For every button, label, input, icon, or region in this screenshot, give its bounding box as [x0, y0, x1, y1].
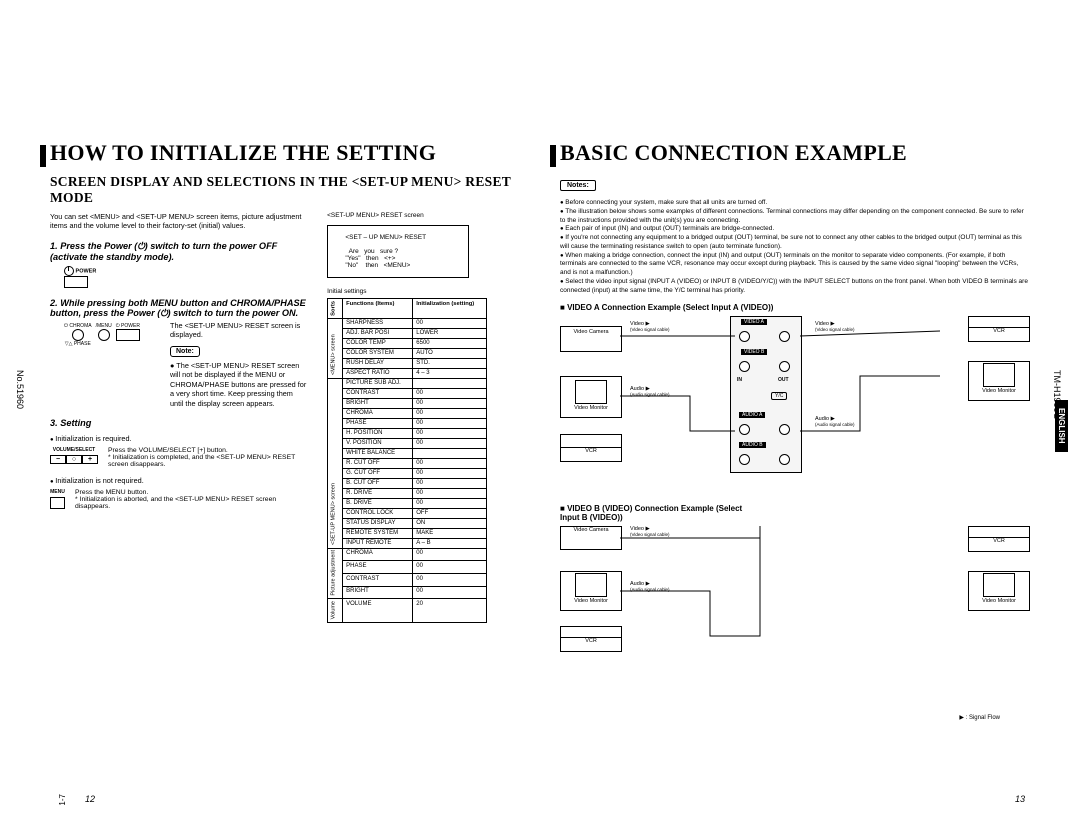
note-item: Each pair of input (IN) and output (OUT)…: [560, 225, 1030, 234]
conn-title-a: VIDEO A Connection Example (Select Input…: [560, 303, 1030, 312]
signal-flow-legend: ▶ : Signal Flow: [560, 714, 1030, 721]
note-item: If you're not connecting any equipment t…: [560, 234, 1030, 252]
note-item: The illustration below shows some exampl…: [560, 208, 1030, 226]
right-page: BASIC CONNECTION EXAMPLE Notes: Before c…: [560, 40, 1030, 804]
power-icon: [64, 266, 74, 276]
volume-select-graphic: VOLUME/SELECT −○+: [50, 447, 98, 464]
note-item: Before connecting your system, make sure…: [560, 199, 1030, 208]
reset-shown-text: The <SET-UP MENU> RESET screen is displa…: [170, 321, 307, 340]
step-1: 1. Press the Power (⏻) switch to turn th…: [50, 241, 307, 262]
notes-tag: Notes:: [560, 180, 596, 191]
left-title: HOW TO INITIALIZE THE SETTING: [50, 140, 520, 166]
init-required: Initialization is required.: [50, 434, 307, 443]
init-required-text: Press the VOLUME/SELECT [+] button. * In…: [108, 447, 307, 468]
notes-list: Before connecting your system, make sure…: [560, 199, 1030, 295]
power-label: POWER: [64, 266, 307, 276]
monitor-rear-panel: VIDEO A VIDEO B IN OUT Y/C AUDIO A AUDIO…: [730, 316, 802, 473]
doc-number: No.51960: [15, 370, 25, 409]
step-3: 3. Setting: [50, 418, 307, 428]
init-not-required: Initialization is not required.: [50, 476, 307, 485]
diagram-b: Video Camera Video Monitor VCR VCR Video…: [560, 526, 1030, 706]
reset-screen-box: <SET – UP MENU> RESET Are you sure ? "Ye…: [327, 225, 469, 278]
left-page: HOW TO INITIALIZE THE SETTING SCREEN DIS…: [50, 40, 520, 804]
language-tab: ENGLISH: [1055, 400, 1068, 452]
menu-button-graphic: MENU: [50, 489, 65, 509]
diagram-a: Video Camera Video Monitor VCR VIDEO A V…: [560, 316, 1030, 496]
intro-text: You can set <MENU> and <SET-UP MENU> scr…: [50, 212, 307, 231]
initial-settings-table: SortsFunctions (Items)Initialization (se…: [327, 298, 487, 623]
right-title: BASIC CONNECTION EXAMPLE: [560, 140, 1030, 166]
initial-settings-caption: Initial settings: [327, 288, 520, 295]
note-tag: Note:: [170, 346, 200, 357]
note-item: When making a bridge connection, connect…: [560, 252, 1030, 278]
heading-accent: [40, 145, 46, 167]
reset-screen-title: <SET-UP MENU> RESET screen: [327, 212, 520, 219]
left-subtitle: SCREEN DISPLAY AND SELECTIONS IN THE <SE…: [50, 174, 520, 206]
power-button-graphic: [64, 276, 88, 288]
note-item: Select the video input signal (INPUT A (…: [560, 278, 1030, 296]
heading-accent: [550, 145, 556, 167]
note-text: ● The <SET-UP MENU> RESET screen will no…: [170, 361, 307, 408]
init-not-required-text: Press the MENU button. * Initialization …: [75, 489, 307, 510]
step-2: 2. While pressing both MENU button and C…: [50, 298, 307, 319]
conn-title-b: VIDEO B (VIDEO) Connection Example (Sele…: [560, 504, 760, 522]
